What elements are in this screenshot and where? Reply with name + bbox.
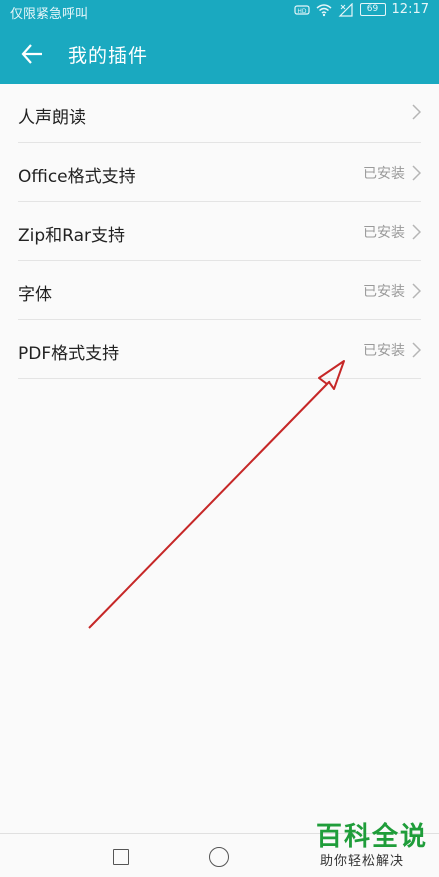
plugin-status: 已安装	[363, 284, 405, 300]
chevron-right-icon	[412, 224, 421, 240]
carrier-text: 仅限紧急呼叫	[10, 7, 89, 22]
plugin-right: 已安装	[363, 340, 421, 360]
watermark-subtitle: 助你轻松解决	[320, 854, 405, 869]
plugin-right: 已安装	[363, 281, 421, 301]
back-button[interactable]	[16, 38, 48, 70]
chevron-right-icon	[412, 165, 421, 181]
home-icon[interactable]	[209, 847, 229, 867]
plugin-right: 已安装	[363, 222, 421, 242]
status-bar: 仅限紧急呼叫 HD 69 12:17	[0, 0, 439, 22]
plugin-label: Zip和Rar支持	[18, 226, 126, 246]
plugin-list: 人声朗读 Office格式支持 已安装 Zip和Rar支持 已安装 字体 已安装…	[0, 84, 439, 379]
plugin-right	[405, 104, 421, 120]
plugin-item-voice-reading[interactable]: 人声朗读	[18, 84, 421, 143]
recent-apps-icon[interactable]	[113, 849, 129, 865]
chevron-right-icon	[412, 104, 421, 120]
plugin-item-zip-rar[interactable]: Zip和Rar支持 已安装	[18, 202, 421, 261]
plugin-label: Office格式支持	[18, 167, 136, 187]
chevron-right-icon	[412, 342, 421, 358]
signal-icon	[338, 2, 353, 17]
plugin-status: 已安装	[363, 343, 405, 359]
app-header: 仅限紧急呼叫 HD 69 12:17 我的插件	[0, 0, 439, 84]
plugin-item-office[interactable]: Office格式支持 已安装	[18, 143, 421, 202]
plugin-item-pdf[interactable]: PDF格式支持 已安装	[18, 320, 421, 379]
plugin-label: 字体	[18, 285, 52, 305]
watermark-title: 百科全说	[316, 822, 429, 852]
hd-icon: HD	[293, 4, 310, 15]
svg-text:HD: HD	[297, 8, 307, 15]
wifi-icon	[316, 3, 332, 16]
battery-icon: 69	[359, 3, 386, 16]
page-title: 我的插件	[68, 45, 149, 67]
plugin-status: 已安装	[363, 225, 405, 241]
chevron-right-icon	[412, 283, 421, 299]
toolbar: 我的插件	[0, 28, 439, 80]
plugin-label: PDF格式支持	[18, 344, 120, 364]
plugin-right: 已安装	[363, 163, 421, 183]
plugin-label: 人声朗读	[18, 108, 86, 128]
plugin-status: 已安装	[363, 166, 405, 182]
plugin-item-fonts[interactable]: 字体 已安装	[18, 261, 421, 320]
status-icons: HD 69 12:17	[293, 2, 429, 17]
clock: 12:17	[391, 2, 429, 17]
back-arrow-icon	[21, 44, 42, 64]
watermark-logo: 百科全说 助你轻松解决	[306, 814, 434, 872]
